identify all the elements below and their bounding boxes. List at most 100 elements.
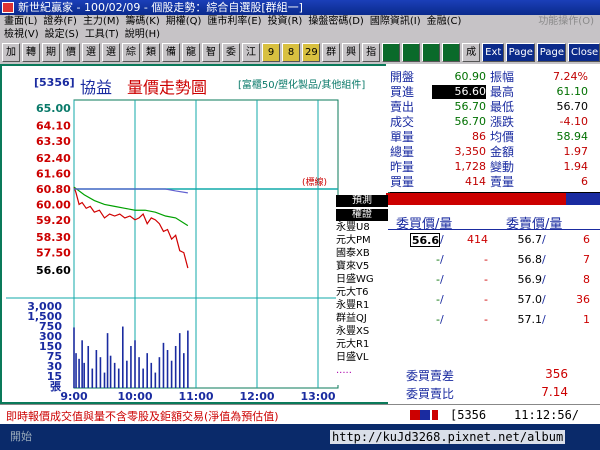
price-tick-label: 56.60 (36, 264, 71, 277)
menu-item[interactable]: 畫面(L) (4, 15, 37, 28)
toolbar-button[interactable]: 9 (262, 43, 280, 62)
price-tick-label: 59.20 (36, 214, 71, 227)
menu-item[interactable]: 設定(S) (45, 28, 79, 41)
toolbar-button[interactable]: 期 (42, 43, 60, 62)
volume-bar (126, 360, 128, 388)
broker-item[interactable]: 日盛WG (336, 274, 388, 286)
menu-item[interactable]: 投資(R) (268, 15, 303, 28)
volume-bar (78, 358, 80, 388)
menu-item[interactable]: 操盤密碼(D) (308, 15, 364, 28)
toolbar-button[interactable]: Close (567, 43, 600, 62)
broker-item[interactable]: 永豐R1 (336, 300, 388, 312)
volume-bar (150, 362, 153, 388)
title-bar: 新世紀贏家 - 100/02/09 - 個股走勢：綜合自選股[群組一] (0, 0, 600, 15)
broker-item[interactable]: 日盛VL (336, 352, 388, 364)
toolbar-button[interactable]: 29 (302, 43, 321, 62)
price-tick-label: 60.00 (36, 198, 71, 211)
menu-item[interactable]: 工具(T) (85, 28, 119, 41)
x-tick-label: 10:00 (117, 390, 152, 402)
broker-item[interactable]: 國泰XB (336, 248, 388, 260)
broker-subheader[interactable]: 權證 (336, 209, 388, 221)
volume-bar (73, 327, 75, 388)
broker-item[interactable]: 寶來V5 (336, 261, 388, 273)
broker-item[interactable]: ..... (336, 365, 388, 377)
status-bar: 即時報價成交值與量不含零股及鉅額交易(淨值為預估值) [5356 11:12:5… (0, 404, 600, 424)
menu-item[interactable]: 籌碼(K) (125, 15, 159, 28)
broker-item[interactable]: 元大T6 (336, 287, 388, 299)
toolbar-button[interactable]: 類 (142, 43, 160, 62)
sell-qty: 7 (583, 253, 590, 266)
toolbar-button[interactable]: 加 (2, 43, 20, 62)
quote-value: 56.70 (454, 100, 487, 113)
slash: / (440, 273, 444, 286)
toolbar-button[interactable]: 綜 (122, 43, 140, 62)
broker-item[interactable]: 永豐U8 (336, 222, 388, 234)
menu-item[interactable]: 主力(M) (83, 15, 119, 28)
menu-item[interactable]: 匯市利率(E) (207, 15, 261, 28)
toolbar-button[interactable]: Ext (482, 43, 504, 62)
price-tick-label: 61.60 (36, 168, 71, 181)
volume-bar (87, 345, 90, 388)
sell-qty: 8 (583, 273, 590, 286)
broker-header[interactable]: 預測 (336, 195, 388, 207)
slash: / (440, 313, 444, 326)
toolbar-button[interactable] (402, 43, 421, 62)
quote-label: 單量 (390, 130, 415, 144)
menu-item[interactable]: 國際資訊(I) (370, 15, 421, 28)
volume-bar (146, 353, 148, 388)
broker-item[interactable]: 永豐XS (336, 326, 388, 338)
quote-label: 開盤 (390, 70, 415, 84)
toolbar-button[interactable]: 龍 (182, 43, 200, 62)
quote-label: 最低 (490, 100, 515, 114)
toolbar-button[interactable]: 興 (342, 43, 361, 62)
toolbar-button[interactable] (382, 43, 401, 62)
status-stock-code[interactable]: [5356 (450, 408, 486, 422)
toolbar-button[interactable]: 江 (242, 43, 260, 62)
book-divider (388, 229, 600, 230)
quote-label: 成交 (390, 115, 415, 129)
buy-price: - (436, 293, 440, 306)
toolbar-button[interactable]: Page (536, 43, 566, 62)
window-title: 新世紀贏家 - 100/02/09 - 個股走勢：綜合自選股[群組一] (18, 1, 303, 14)
ratio-value: 7.14 (541, 385, 568, 399)
menu-row-2: 檢視(V) 設定(S) 工具(T) 說明(H) (0, 28, 600, 41)
toolbar-button[interactable] (422, 43, 441, 62)
quote-value: 1,728 (454, 160, 487, 173)
broker-item[interactable]: 元大R1 (336, 339, 388, 351)
sell-price: 57.0 (517, 293, 543, 306)
toolbar-button[interactable]: 備 (162, 43, 180, 62)
toolbar-button[interactable]: Page (505, 43, 535, 62)
quote-label: 買進 (390, 85, 415, 99)
toolbar-button[interactable]: 智 (202, 43, 220, 62)
start-button[interactable]: 開始 (2, 427, 50, 447)
sell-qty: 6 (583, 233, 590, 246)
toolbar-button[interactable]: 委 (222, 43, 240, 62)
volume-bar (113, 362, 116, 388)
menu-item[interactable]: 證券(F) (43, 15, 77, 28)
menu-item[interactable]: 期權(Q) (166, 15, 202, 28)
quote-label: 賣量 (490, 175, 515, 189)
broker-item[interactable]: 元大PM (336, 235, 388, 247)
toolbar-button[interactable]: 選 (102, 43, 120, 62)
menu-item[interactable]: 說明(H) (125, 28, 160, 41)
toolbar-button[interactable] (442, 43, 461, 62)
menu-item[interactable]: 功能操作(O) (538, 15, 594, 28)
toolbar-button[interactable]: 價 (62, 43, 80, 62)
volume-bar (138, 357, 140, 388)
toolbar-button[interactable]: 轉 (22, 43, 40, 62)
order-book: 委買價/量 委賣價/量 56.6/414- / - - / - - / - - / -56.7/6 56… (388, 205, 600, 365)
price-tick-label: 58.30 (36, 231, 71, 244)
toolbar-button[interactable]: 成 (462, 43, 481, 62)
volume-bar (91, 368, 94, 388)
toolbar-button[interactable]: 群 (322, 43, 341, 62)
quote-value: 56.60 (432, 85, 486, 99)
toolbar-button[interactable]: 指 (362, 43, 381, 62)
menu-item[interactable]: 檢視(V) (4, 28, 39, 41)
toolbar-button[interactable]: 8 (282, 43, 300, 62)
toolbar-button[interactable]: 選 (82, 43, 100, 62)
broker-item[interactable]: 群益QJ (336, 313, 388, 325)
menu-item[interactable]: 金融(C) (427, 15, 462, 28)
stock-name: 協益 (80, 78, 113, 97)
volume-bar (106, 333, 109, 388)
volume-bar (187, 330, 189, 388)
